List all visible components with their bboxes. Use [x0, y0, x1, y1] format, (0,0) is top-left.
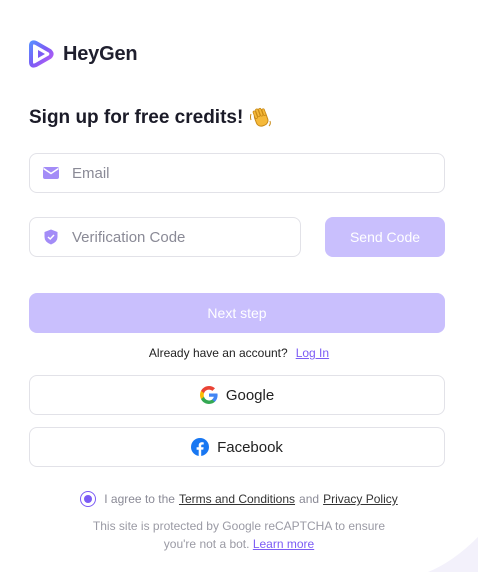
- heygen-logo-icon: [29, 40, 54, 68]
- email-field[interactable]: [29, 153, 445, 193]
- recaptcha-line2: you're not a bot.: [163, 537, 250, 551]
- recaptcha-line1: This site is protected by Google reCAPTC…: [92, 519, 386, 533]
- signup-page: HeyGen Sign up for free credits! Email V…: [0, 0, 478, 572]
- next-step-button[interactable]: Next step: [29, 293, 445, 333]
- page-heading: Sign up for free credits!: [29, 106, 273, 130]
- envelope-icon: [43, 167, 59, 179]
- login-prompt-text: Already have an account?: [148, 346, 288, 360]
- terms-link[interactable]: Terms and Conditions: [179, 492, 295, 506]
- shield-icon: [44, 229, 58, 245]
- email-input[interactable]: [72, 164, 444, 182]
- agree-and: and: [299, 492, 320, 506]
- terms-agreement: I agree to the Terms and Conditions and …: [0, 491, 478, 507]
- facebook-signin-button[interactable]: Facebook: [29, 427, 445, 467]
- google-icon: [199, 386, 218, 404]
- agree-radio[interactable]: [80, 491, 97, 507]
- google-signin-button[interactable]: Google: [29, 375, 445, 415]
- login-prompt: Already have an account? Log In: [0, 346, 478, 360]
- recaptcha-line2-row: you're not a bot. Learn more: [0, 535, 478, 553]
- verification-code-input[interactable]: [72, 228, 300, 246]
- facebook-label: Facebook: [217, 438, 283, 456]
- brand-name: HeyGen: [63, 42, 138, 65]
- facebook-icon: [191, 438, 210, 456]
- send-code-button[interactable]: Send Code: [325, 217, 445, 257]
- privacy-link[interactable]: Privacy Policy: [323, 492, 398, 506]
- recaptcha-notice: This site is protected by Google reCAPTC…: [0, 517, 478, 553]
- radio-dot: [84, 495, 93, 503]
- login-link[interactable]: Log In: [296, 346, 329, 360]
- waving-hand-icon: [250, 107, 272, 127]
- corner-decoration: [428, 537, 478, 572]
- verification-code-field[interactable]: [29, 217, 301, 257]
- agree-prefix: I agree to the: [104, 492, 175, 506]
- google-label: Google: [225, 386, 275, 404]
- page-title: Sign up for free credits!: [29, 107, 244, 128]
- brand: HeyGen: [27, 40, 138, 68]
- learn-more-link[interactable]: Learn more: [253, 537, 314, 551]
